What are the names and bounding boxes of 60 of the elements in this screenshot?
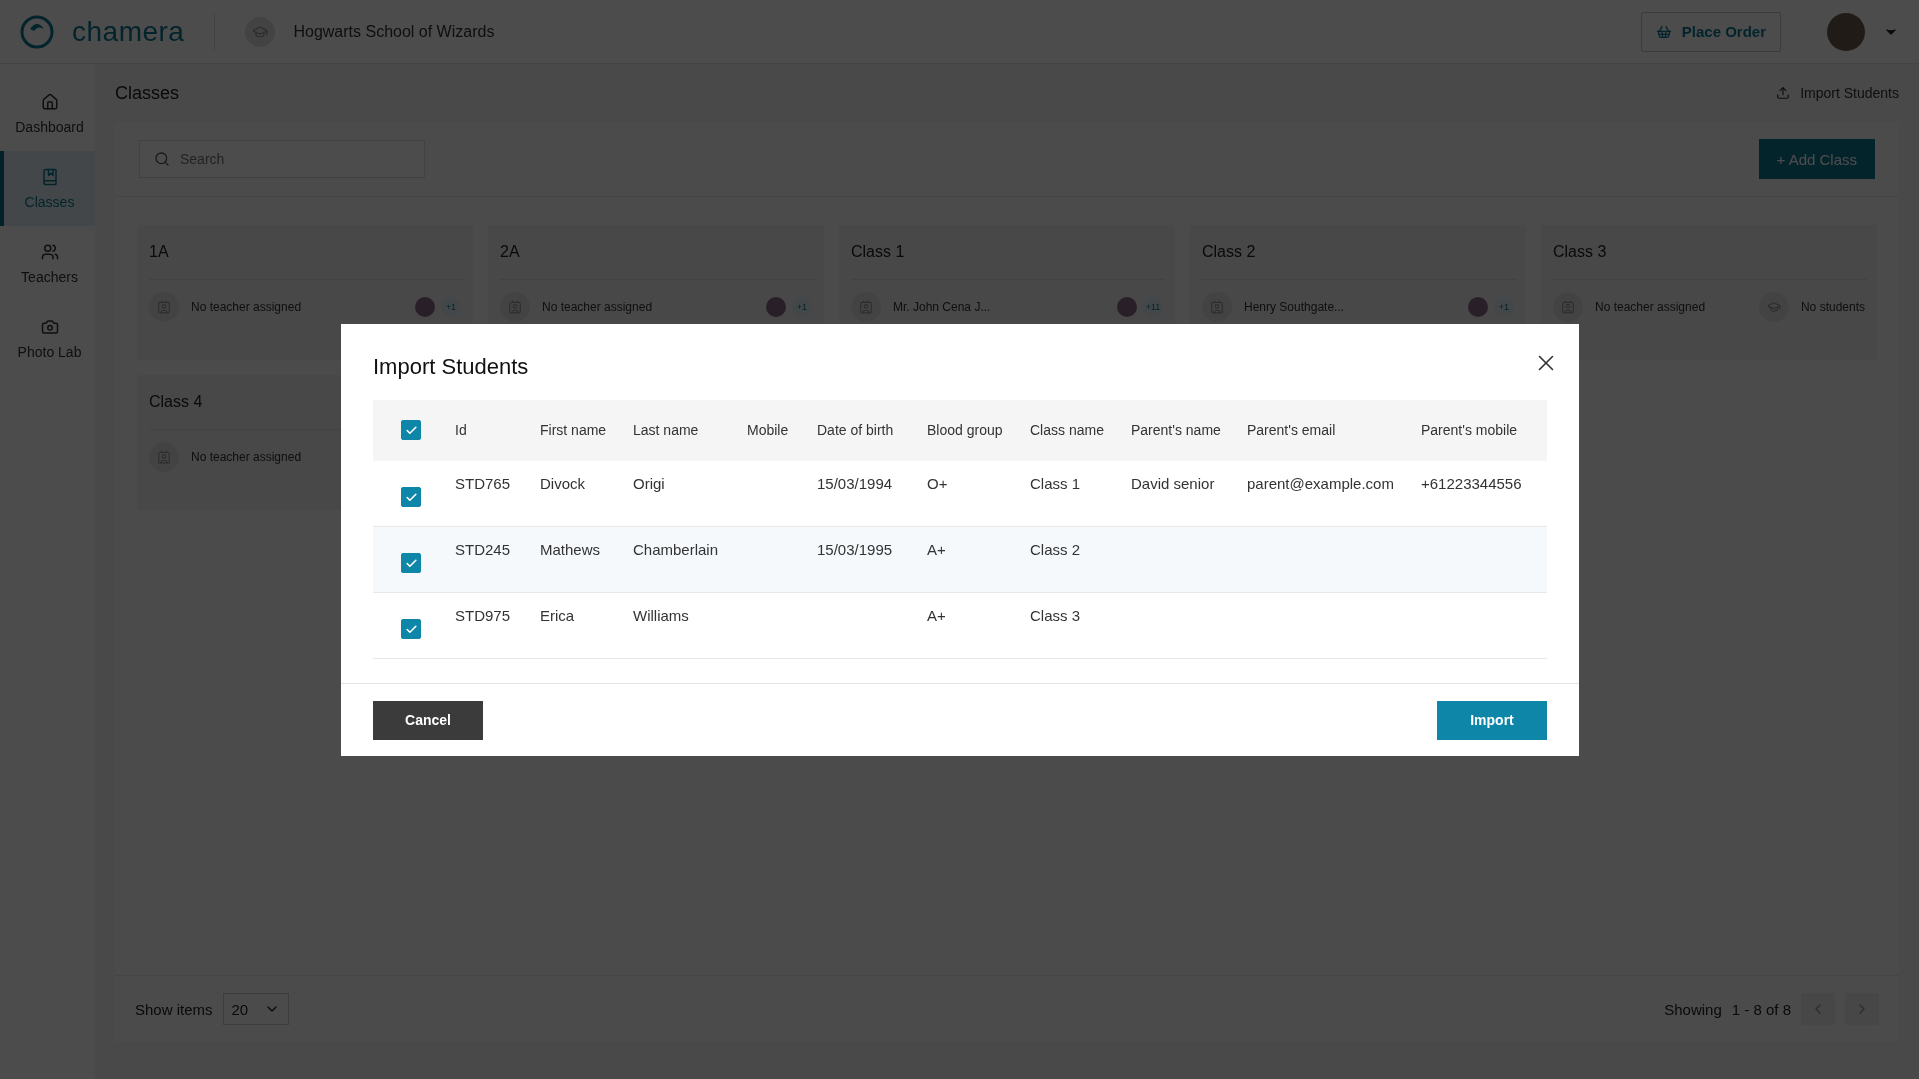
table-cell: Divock: [540, 475, 585, 492]
column-header: Mobile: [747, 400, 817, 461]
table-cell: Class 2: [1030, 541, 1081, 558]
class-name: Class 3: [1553, 242, 1608, 262]
table-cell: Class 1: [1030, 475, 1081, 492]
teacher-name: Henry Southgate...: [1244, 300, 1345, 314]
column-header: Blood group: [927, 400, 1030, 461]
teacher-name: No teacher assigned: [191, 450, 302, 464]
check-icon: [404, 622, 418, 636]
no-students-text: No students: [1800, 300, 1865, 314]
table-cell: Mathews: [540, 541, 601, 558]
teacher-name: Mr. John Cena J...: [893, 300, 991, 314]
check-icon: [404, 490, 418, 504]
page-title: Classes: [115, 82, 180, 104]
table-cell: Williams: [633, 607, 689, 624]
class-name: Class 4: [149, 392, 204, 412]
column-header: Id: [455, 400, 540, 461]
row-checkbox[interactable]: [401, 553, 421, 573]
import-button[interactable]: Import: [1437, 700, 1547, 740]
class-name: Class 1: [851, 242, 906, 262]
school-name: Hogwarts School of Wizards: [293, 22, 495, 41]
row-checkbox[interactable]: [401, 619, 421, 639]
class-name: 2A: [500, 242, 521, 262]
table-cell: David senior: [1131, 475, 1215, 492]
column-header: Parent's email: [1247, 400, 1421, 461]
table-cell: parent@example.com: [1247, 475, 1394, 492]
column-header: Last name: [633, 400, 747, 461]
cancel-button[interactable]: Cancel: [373, 700, 483, 740]
teacher-name: No teacher assigned: [1595, 300, 1706, 314]
class-name: Class 2: [1202, 242, 1257, 262]
table-cell: STD765: [455, 475, 511, 492]
row-checkbox[interactable]: [401, 487, 421, 507]
check-icon: [404, 423, 418, 437]
table-cell: O+: [927, 475, 948, 492]
table-cell: A+: [927, 607, 946, 624]
select-all-checkbox[interactable]: [401, 420, 421, 441]
show-items-label: Show items: [135, 1000, 213, 1018]
table-cell: Erica: [540, 607, 575, 624]
logo-text: chamera: [72, 15, 185, 48]
table-cell: Origi: [633, 475, 665, 492]
teacher-name: No teacher assigned: [191, 300, 302, 314]
table-cell: STD975: [455, 607, 511, 624]
check-icon: [404, 556, 418, 570]
table-cell: Class 3: [1030, 607, 1081, 624]
table-cell: +61223344556: [1421, 475, 1522, 492]
table-cell: 15/03/1994: [817, 475, 893, 492]
class-name: 1A: [149, 242, 170, 262]
table-cell: STD245: [455, 541, 511, 558]
dialog-title: Import Students: [373, 353, 529, 381]
table-cell: Chamberlain: [633, 541, 719, 558]
table-cell: 15/03/1995: [817, 541, 893, 558]
column-header: Date of birth: [817, 400, 927, 461]
column-header: Class name: [1030, 400, 1131, 461]
page-range: 1 - 8 of 8: [1731, 1000, 1791, 1018]
teacher-name: No teacher assigned: [542, 300, 653, 314]
column-header: Parent's mobile: [1421, 400, 1547, 461]
table-cell: A+: [927, 541, 946, 558]
showing-label: Showing: [1664, 1000, 1722, 1018]
column-header: Parent's name: [1131, 400, 1247, 461]
column-header: First name: [540, 400, 633, 461]
